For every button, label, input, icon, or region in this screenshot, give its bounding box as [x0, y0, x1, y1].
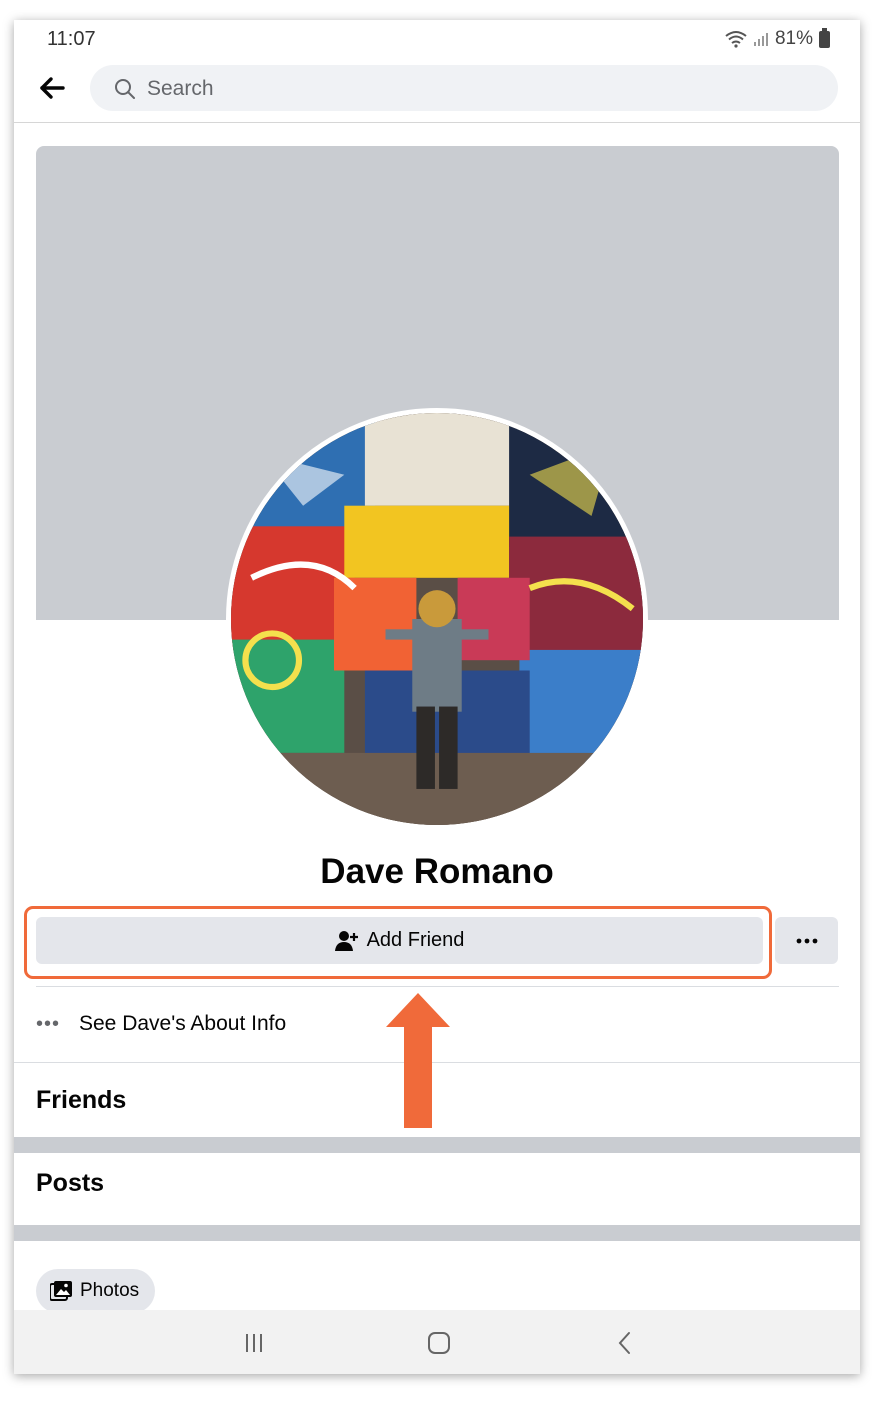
- more-dots-icon: [796, 938, 817, 943]
- battery-percent: 81%: [774, 28, 813, 49]
- battery-icon: [819, 27, 830, 48]
- status-icons: 81%: [725, 27, 830, 50]
- add-friend-label: Add Friend: [366, 929, 465, 951]
- back-arrow-icon[interactable]: [38, 74, 66, 102]
- profile-name: Dave Romano: [320, 852, 554, 891]
- divider: [36, 986, 839, 987]
- photos-icon: [50, 1281, 72, 1301]
- phone-frame: 11:07 81% Search Dave Romano Add Friend …: [14, 20, 860, 1374]
- up-arrow-annotation: [386, 993, 450, 1128]
- signal-icon: [753, 33, 768, 46]
- more-dots-icon: •••: [36, 1012, 61, 1035]
- add-friend-button[interactable]: Add Friend: [36, 917, 763, 964]
- photos-label: Photos: [80, 1280, 140, 1301]
- posts-heading: Posts: [36, 1169, 105, 1197]
- search-icon: [115, 79, 135, 99]
- status-time: 11:07: [47, 28, 96, 50]
- add-friend-icon: [334, 930, 358, 951]
- recent-apps-icon[interactable]: [239, 1328, 269, 1358]
- status-bar: 11:07 81%: [14, 20, 860, 60]
- section-separator: [14, 1137, 860, 1153]
- top-bar: Search: [14, 60, 860, 123]
- about-info-link[interactable]: ••• See Dave's About Info: [36, 1004, 286, 1044]
- more-options-button[interactable]: [775, 917, 838, 964]
- graffiti-wall-photo: [231, 413, 643, 825]
- about-info-label: See Dave's About Info: [79, 1012, 287, 1035]
- nav-back-icon[interactable]: [610, 1328, 640, 1358]
- home-icon[interactable]: [424, 1328, 454, 1358]
- section-separator: [14, 1225, 860, 1241]
- android-nav-bar: [14, 1310, 860, 1374]
- profile-picture[interactable]: [226, 408, 648, 830]
- search-input[interactable]: Search: [90, 65, 838, 111]
- friends-heading: Friends: [36, 1086, 127, 1114]
- search-placeholder: Search: [147, 77, 214, 100]
- photos-button[interactable]: Photos: [36, 1269, 156, 1313]
- wifi-icon: [725, 31, 747, 48]
